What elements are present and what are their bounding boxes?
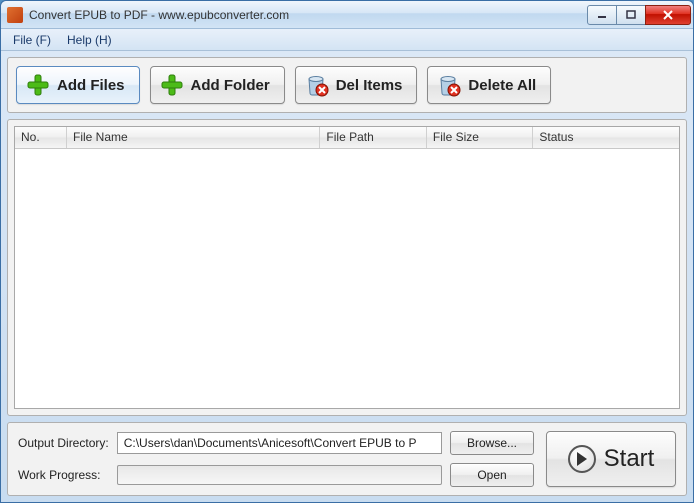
window-title: Convert EPUB to PDF - www.epubconverter.… bbox=[29, 8, 588, 22]
browse-button[interactable]: Browse... bbox=[450, 431, 534, 455]
del-items-label: Del Items bbox=[336, 77, 403, 94]
file-listview[interactable]: No. File Name File Path File Size Status bbox=[14, 126, 680, 409]
work-progress-label: Work Progress: bbox=[18, 468, 109, 482]
delete-all-label: Delete All bbox=[468, 77, 536, 94]
app-icon bbox=[7, 7, 23, 23]
close-icon bbox=[662, 10, 674, 20]
delete-all-button[interactable]: Delete All bbox=[427, 66, 551, 104]
maximize-button[interactable] bbox=[616, 5, 646, 25]
col-file-name[interactable]: File Name bbox=[67, 127, 320, 148]
del-items-button[interactable]: Del Items bbox=[295, 66, 418, 104]
toolbar-panel: Add Files Add Folder Del Items bbox=[7, 57, 687, 113]
minimize-button[interactable] bbox=[587, 5, 617, 25]
add-files-button[interactable]: Add Files bbox=[16, 66, 140, 104]
output-dir-input[interactable] bbox=[117, 432, 442, 454]
add-files-label: Add Files bbox=[57, 77, 125, 94]
bottom-grid: Output Directory: Browse... Work Progres… bbox=[18, 431, 534, 487]
play-icon bbox=[568, 445, 596, 473]
plus-icon bbox=[25, 72, 51, 98]
col-file-size[interactable]: File Size bbox=[427, 127, 534, 148]
trash-delete-icon bbox=[304, 72, 330, 98]
client-area: Add Files Add Folder Del Items bbox=[1, 51, 693, 502]
col-file-path[interactable]: File Path bbox=[320, 127, 427, 148]
maximize-icon bbox=[626, 10, 636, 19]
col-no[interactable]: No. bbox=[15, 127, 67, 148]
start-button[interactable]: Start bbox=[546, 431, 676, 487]
bottom-panel: Output Directory: Browse... Work Progres… bbox=[7, 422, 687, 496]
app-window: Convert EPUB to PDF - www.epubconverter.… bbox=[0, 0, 694, 503]
list-panel: No. File Name File Path File Size Status bbox=[7, 119, 687, 416]
add-folder-button[interactable]: Add Folder bbox=[150, 66, 285, 104]
open-button[interactable]: Open bbox=[450, 463, 534, 487]
plus-icon bbox=[159, 72, 185, 98]
start-label: Start bbox=[604, 445, 655, 473]
minimize-icon bbox=[597, 11, 607, 19]
add-folder-label: Add Folder bbox=[191, 77, 270, 94]
menubar: File (F) Help (H) bbox=[1, 29, 693, 51]
menu-file[interactable]: File (F) bbox=[5, 31, 59, 49]
list-body[interactable] bbox=[15, 149, 679, 408]
list-header: No. File Name File Path File Size Status bbox=[15, 127, 679, 149]
output-dir-label: Output Directory: bbox=[18, 436, 109, 450]
titlebar[interactable]: Convert EPUB to PDF - www.epubconverter.… bbox=[1, 1, 693, 29]
window-controls bbox=[588, 5, 691, 25]
col-status[interactable]: Status bbox=[533, 127, 679, 148]
close-button[interactable] bbox=[645, 5, 691, 25]
menu-help[interactable]: Help (H) bbox=[59, 31, 120, 49]
progress-bar bbox=[117, 465, 442, 485]
trash-delete-icon bbox=[436, 72, 462, 98]
